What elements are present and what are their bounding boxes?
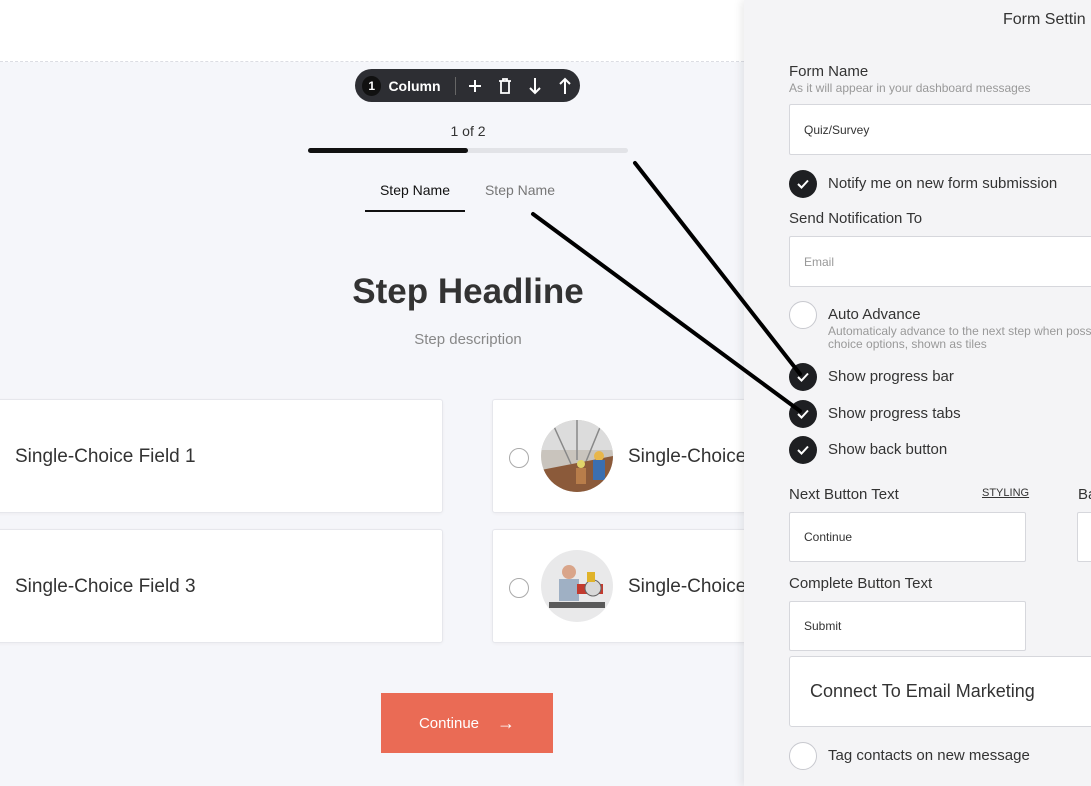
column-label[interactable]: Column — [388, 78, 440, 94]
show-progress-tabs-label: Show progress tabs — [828, 405, 961, 422]
arrow-right-icon: → — [497, 712, 516, 733]
check-icon — [797, 409, 809, 419]
arrow-up-icon — [559, 77, 571, 94]
trash-icon — [498, 77, 511, 94]
progress-bar-fill — [308, 148, 468, 153]
toolbar-divider — [454, 76, 456, 95]
form-settings-panel: Form Settin Form Name As it will appear … — [744, 0, 1091, 786]
move-down-button[interactable] — [520, 69, 550, 102]
complete-button-text-label: Complete Button Text — [789, 575, 933, 592]
add-icon — [468, 79, 481, 92]
choice-card-3[interactable]: Single-Choice Field 3 — [0, 529, 443, 643]
back-button-text-label: Ba — [1078, 486, 1091, 503]
move-up-button[interactable] — [550, 69, 580, 102]
auto-advance-label: Auto Advance — [828, 306, 921, 323]
choice-label: Single-Choice — [628, 446, 747, 467]
column-count-badge: 1 — [362, 75, 382, 96]
arrow-down-icon — [529, 77, 541, 94]
connect-email-marketing-label: Connect To Email Marketing — [810, 681, 1035, 701]
choice-label: Single-Choice Field 1 — [15, 446, 196, 467]
notify-label: Notify me on new form submission — [828, 175, 1058, 192]
choice-image-bridge-workers — [541, 420, 613, 492]
progress-counter: 1 of 2 — [450, 123, 486, 139]
choice-card-2[interactable]: Single-Choice — [492, 399, 762, 513]
choice-card-1[interactable]: Single-Choice Field 1 — [0, 399, 443, 513]
show-back-button-checkbox[interactable] — [789, 436, 817, 464]
connect-email-marketing-button[interactable]: Connect To Email Marketing — [789, 656, 1091, 727]
choice-label: Single-Choice Field 3 — [15, 576, 196, 597]
notify-checkbox[interactable] — [789, 170, 817, 198]
check-icon — [797, 179, 809, 189]
panel-title: Form Settin — [1003, 11, 1086, 28]
form-name-input[interactable]: Quiz/Survey — [789, 104, 1091, 155]
choice-radio[interactable] — [509, 448, 529, 468]
add-column-button[interactable] — [460, 69, 490, 102]
styling-link[interactable]: STYLING — [982, 487, 1029, 499]
column-toolbar: 1 Column — [355, 69, 580, 102]
choice-card-4[interactable]: Single-Choice — [492, 529, 762, 643]
notification-email-input[interactable]: Email — [789, 236, 1091, 287]
delete-column-button[interactable] — [490, 69, 520, 102]
continue-button[interactable]: Continue → — [381, 693, 553, 753]
check-icon — [797, 445, 809, 455]
show-back-button-label: Show back button — [828, 441, 948, 458]
step-tab-2[interactable]: Step Name — [470, 180, 570, 212]
choice-image-worker-saw — [541, 550, 613, 622]
show-progress-tabs-checkbox[interactable] — [789, 400, 817, 428]
choice-label: Single-Choice — [628, 576, 747, 597]
send-notification-label: Send Notification To — [789, 210, 923, 227]
back-button-text-input[interactable] — [1077, 512, 1091, 562]
show-progress-bar-label: Show progress bar — [828, 368, 954, 385]
step-headline[interactable]: Step Headline — [208, 272, 728, 312]
tag-contacts-label: Tag contacts on new message — [828, 747, 1030, 764]
next-button-text-input[interactable]: Continue — [789, 512, 1026, 562]
progress-bar — [308, 148, 628, 153]
step-tab-1[interactable]: Step Name — [365, 180, 465, 212]
form-name-hint: As it will appear in your dashboard mess… — [789, 81, 1031, 95]
check-icon — [797, 372, 809, 382]
tag-contacts-checkbox[interactable] — [789, 742, 817, 770]
show-progress-bar-checkbox[interactable] — [789, 363, 817, 391]
continue-button-label: Continue — [418, 714, 480, 732]
next-button-text-label: Next Button Text — [789, 486, 899, 503]
step-description[interactable]: Step description — [208, 331, 728, 348]
auto-advance-hint-2: choice options, shown as tiles — [828, 337, 987, 351]
complete-button-text-input[interactable]: Submit — [789, 601, 1026, 651]
canvas-top-band — [0, 0, 744, 62]
choice-radio[interactable] — [509, 578, 529, 598]
form-name-label: Form Name — [789, 63, 869, 80]
auto-advance-checkbox[interactable] — [789, 301, 817, 329]
